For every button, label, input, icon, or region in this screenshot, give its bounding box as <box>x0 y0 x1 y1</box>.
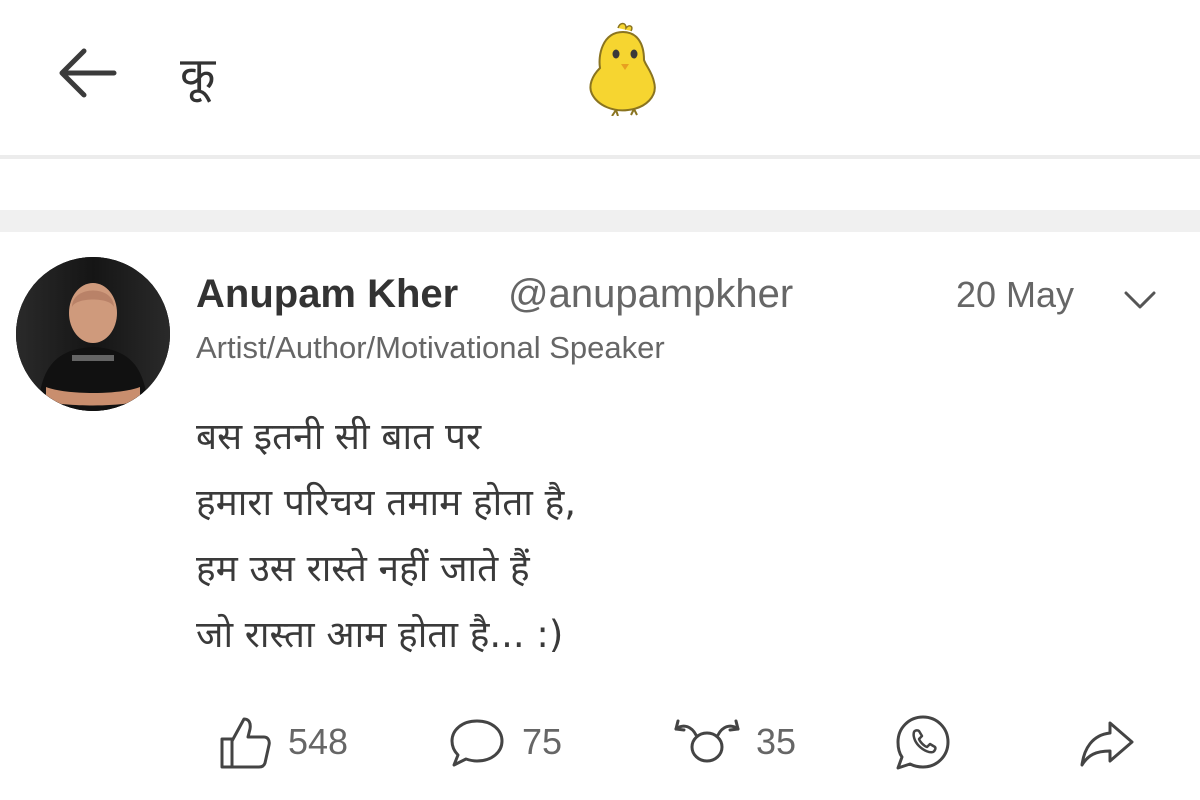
profile-photo <box>16 257 170 411</box>
action-bar: 548 75 35 <box>0 702 1200 782</box>
top-bar: कू <box>0 0 1200 155</box>
speech-bubble-icon <box>450 719 504 767</box>
app-title: कू <box>180 47 216 101</box>
like-count: 548 <box>288 721 349 762</box>
avatar[interactable] <box>16 257 170 411</box>
comment-count: 75 <box>522 721 563 762</box>
author-bio: Artist/Author/Motivational Speaker <box>196 330 665 365</box>
back-button[interactable] <box>48 38 126 108</box>
chevron-down-icon[interactable] <box>1122 287 1158 313</box>
author-name[interactable]: Anupam Kher <box>196 272 458 317</box>
arrow-left-icon <box>59 48 117 98</box>
post-line: जो रास्ता आम होता है... :) <box>196 613 564 656</box>
rekoo-button[interactable]: 35 <box>672 702 796 782</box>
share-arrow-icon <box>1080 721 1134 767</box>
post-line: बस इतनी सी बात पर <box>196 415 482 458</box>
rekoo-count: 35 <box>756 721 797 762</box>
thumbs-up-icon <box>220 717 271 769</box>
post-line: हमारा परिचय तमाम होता है, <box>196 481 577 524</box>
header-divider <box>0 155 1200 159</box>
share-button[interactable] <box>1076 702 1138 782</box>
yellow-bird-logo[interactable] <box>582 20 664 116</box>
comment-button[interactable]: 75 <box>446 702 562 782</box>
whatsapp-share-button[interactable] <box>892 702 954 782</box>
like-button[interactable]: 548 <box>216 702 348 782</box>
author-handle[interactable]: @anupampkher <box>508 272 793 317</box>
section-separator <box>0 210 1200 232</box>
post-body: बस इतनी सी बात पर हमारा परिचय तमाम होता … <box>196 404 576 668</box>
post-line: हम उस रास्ते नहीं जाते हैं <box>196 547 530 590</box>
koo-post[interactable]: Anupam Kher @anupampkher Artist/Author/M… <box>0 232 1200 800</box>
post-date: 20 May <box>956 274 1075 315</box>
whatsapp-icon <box>896 715 950 770</box>
rekoo-icon <box>674 719 740 763</box>
